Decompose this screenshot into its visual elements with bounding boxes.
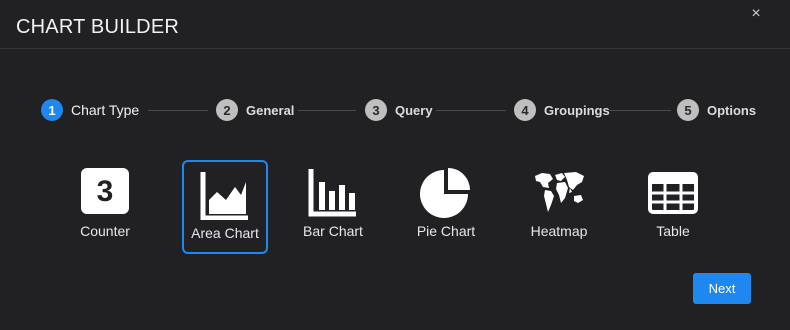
pie-chart-icon bbox=[420, 168, 470, 218]
step-number: 4 bbox=[514, 99, 536, 121]
dialog-header: CHART BUILDER × bbox=[0, 0, 790, 49]
counter-icon: 3 bbox=[81, 168, 129, 214]
step-options[interactable]: 5 Options bbox=[677, 98, 756, 122]
chart-type-label: Bar Chart bbox=[303, 223, 363, 239]
step-label: Options bbox=[707, 102, 757, 118]
next-button[interactable]: Next bbox=[693, 273, 751, 304]
chart-type-bar-chart[interactable]: Bar Chart bbox=[290, 160, 376, 254]
step-groupings[interactable]: 4 Groupings bbox=[514, 98, 610, 122]
bar-chart-icon bbox=[308, 169, 356, 217]
step-label: General bbox=[246, 102, 295, 118]
chart-type-label: Heatmap bbox=[530, 223, 588, 239]
step-label: Groupings bbox=[544, 102, 610, 118]
chart-type-list: 3 Counter Area Chart Bar Chart Pie Chart bbox=[0, 160, 790, 256]
chart-type-table[interactable]: Table bbox=[630, 160, 716, 254]
step-number: 5 bbox=[677, 99, 699, 121]
world-map-icon bbox=[535, 172, 584, 212]
step-number: 3 bbox=[365, 99, 387, 121]
area-chart-icon bbox=[200, 172, 248, 220]
step-chart-type[interactable]: 1 Chart Type bbox=[41, 98, 139, 122]
chart-type-label: Table bbox=[656, 223, 690, 239]
chart-type-area-chart[interactable]: Area Chart bbox=[182, 160, 268, 254]
step-label: Chart Type bbox=[71, 102, 140, 118]
step-query[interactable]: 3 Query bbox=[365, 98, 433, 122]
wizard-steps: 1 Chart Type 2 General 3 Query 4 Groupin… bbox=[0, 98, 790, 122]
table-icon bbox=[648, 172, 698, 214]
close-icon[interactable]: × bbox=[748, 6, 764, 22]
chart-type-label: Area Chart bbox=[191, 225, 259, 241]
counter-glyph: 3 bbox=[97, 175, 114, 208]
step-general[interactable]: 2 General bbox=[216, 98, 294, 122]
chart-type-heatmap[interactable]: Heatmap bbox=[516, 160, 602, 254]
chart-type-counter[interactable]: 3 Counter bbox=[62, 160, 148, 254]
chart-type-pie-chart[interactable]: Pie Chart bbox=[403, 160, 489, 254]
step-number: 2 bbox=[216, 99, 238, 121]
step-label: Query bbox=[395, 102, 433, 118]
step-number: 1 bbox=[41, 99, 63, 121]
dialog-title: CHART BUILDER bbox=[16, 16, 180, 38]
chart-type-label: Counter bbox=[80, 223, 130, 239]
chart-type-label: Pie Chart bbox=[416, 223, 476, 239]
